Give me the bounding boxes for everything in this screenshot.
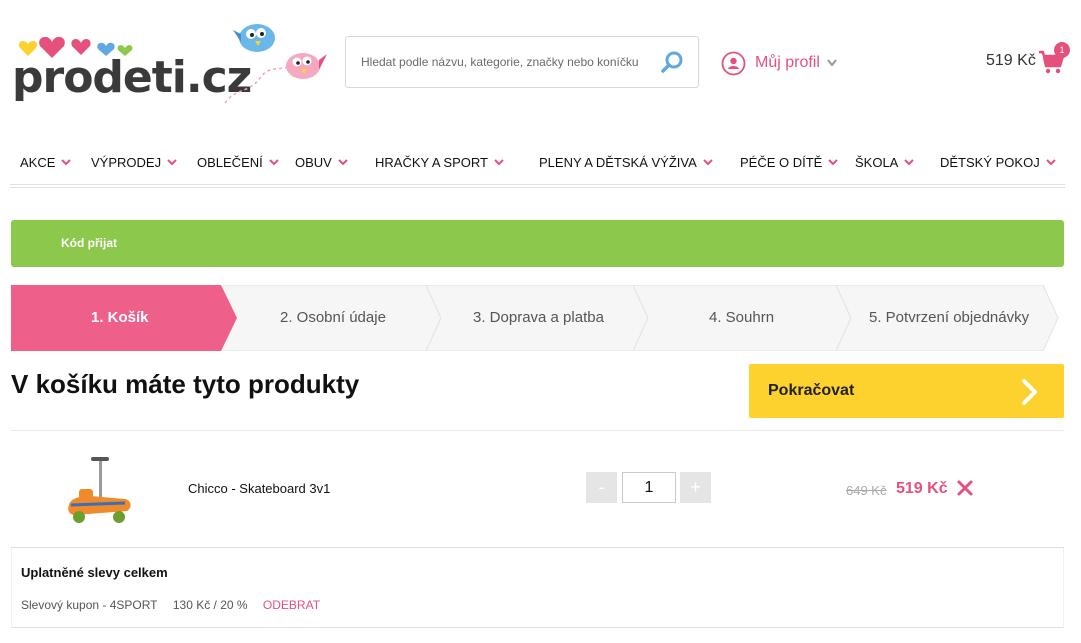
discounts-title: Uplatněné slevy celkem	[21, 565, 168, 580]
nav-item-hracky-a-sport[interactable]: HRAČKY A SPORT	[375, 151, 504, 173]
coupon-notice: Kód přijat	[11, 220, 1064, 267]
birds-illustration	[224, 24, 327, 104]
nav-label: VÝPRODEJ	[91, 154, 162, 170]
nav-item-pece-o-dite[interactable]: PÉČE O DÍTĚ	[740, 151, 839, 173]
current-price: 519 Kč	[896, 480, 948, 497]
step-confirmation[interactable]: 5. Potvrzení objednávky	[869, 309, 1029, 326]
chevron-down-icon	[269, 158, 279, 165]
nav-label: HRAČKY A SPORT	[375, 154, 488, 170]
nav-item-skola[interactable]: ŠKOLA	[855, 151, 915, 173]
chevron-down-icon	[827, 59, 837, 67]
product-name[interactable]: Chicco - Skateboard 3v1	[188, 481, 330, 496]
main-nav: AKCE VÝPRODEJ OBLEČENÍ OBUV HRAČKY A SPO…	[0, 145, 1065, 185]
chevron-down-icon	[904, 158, 915, 165]
nav-item-obuv[interactable]: OBUV	[295, 151, 348, 173]
nav-item-obleceni[interactable]: OBLEČENÍ	[197, 151, 279, 173]
step-cart[interactable]: 1. Košík	[91, 309, 149, 326]
page-title: V košíku máte tyto produkty	[11, 369, 360, 399]
chevron-down-icon	[703, 158, 713, 165]
site-header: prodeti.cz Můj profil 519 Kč	[0, 0, 1081, 120]
checkout-steps: 1. Košík 2. Osobní údaje 3. Doprava a pl…	[11, 285, 1071, 351]
chevron-down-icon	[167, 158, 177, 165]
remove-item-icon[interactable]	[957, 480, 973, 496]
nav-item-pleny[interactable]: PLENY A DĚTSKÁ VÝŽIVA	[539, 151, 713, 173]
coupon-name: Slevový kupon - 4SPORT	[21, 598, 158, 612]
nav-item-akce[interactable]: AKCE	[20, 151, 72, 173]
continue-button[interactable]: Pokračovat	[749, 364, 1064, 418]
site-logo[interactable]: prodeti.cz	[12, 34, 252, 104]
chevron-right-icon	[1022, 379, 1037, 405]
user-icon	[721, 51, 746, 75]
chevron-down-icon	[1045, 158, 1056, 165]
nav-label: OBLEČENÍ	[197, 154, 263, 170]
nav-label: ŠKOLA	[855, 154, 899, 170]
cart-item: Chicco - Skateboard 3v1 - + 649 Kč 519 K…	[11, 430, 1064, 548]
nav-label: PLENY A DĚTSKÁ VÝŽIVA	[539, 154, 697, 170]
nav-label: AKCE	[20, 154, 56, 170]
nav-item-detsky-pokoj[interactable]: DĚTSKÝ POKOJ	[940, 151, 1056, 173]
nav-label: PÉČE O DÍTĚ	[740, 154, 823, 170]
remove-coupon-link[interactable]: ODEBRAT	[263, 598, 320, 612]
chevron-down-icon	[828, 158, 839, 165]
profile-menu[interactable]: Můj profil	[721, 48, 837, 78]
nav-label: OBUV	[295, 154, 332, 170]
cart-count-badge: 1	[1054, 42, 1070, 58]
step-shipping-payment[interactable]: 3. Doprava a platba	[473, 309, 604, 326]
quantity-increase-button[interactable]: +	[680, 472, 711, 503]
chevron-down-icon	[494, 158, 504, 165]
chevron-down-icon	[338, 158, 348, 165]
search-input[interactable]	[361, 37, 651, 87]
nav-divider	[10, 184, 1065, 188]
cart-total[interactable]: 519 Kč	[986, 52, 1036, 70]
original-price: 649 Kč	[846, 483, 887, 498]
search-icon[interactable]	[660, 49, 686, 75]
search-box	[345, 36, 699, 88]
step-personal-data[interactable]: 2. Osobní údaje	[280, 309, 386, 326]
notice-text: Kód přijat	[61, 236, 117, 250]
step-summary[interactable]: 4. Souhrn	[709, 309, 774, 326]
nav-label: DĚTSKÝ POKOJ	[940, 154, 1040, 170]
quantity-input[interactable]	[622, 472, 676, 503]
chevron-down-icon	[61, 158, 72, 165]
coupon-amount: 130 Kč / 20 %	[172, 598, 248, 612]
nav-item-vyprodej[interactable]: VÝPRODEJ	[91, 151, 177, 173]
discount-row: Slevový kupon - 4SPORT 130 Kč / 20 % ODE…	[21, 598, 332, 612]
quantity-decrease-button[interactable]: -	[586, 472, 617, 503]
applied-discounts: Uplatněné slevy celkem Slevový kupon - 4…	[11, 548, 1064, 628]
product-image[interactable]	[61, 453, 141, 533]
continue-label: Pokračovat	[768, 382, 855, 399]
profile-label: Můj profil	[755, 54, 820, 71]
